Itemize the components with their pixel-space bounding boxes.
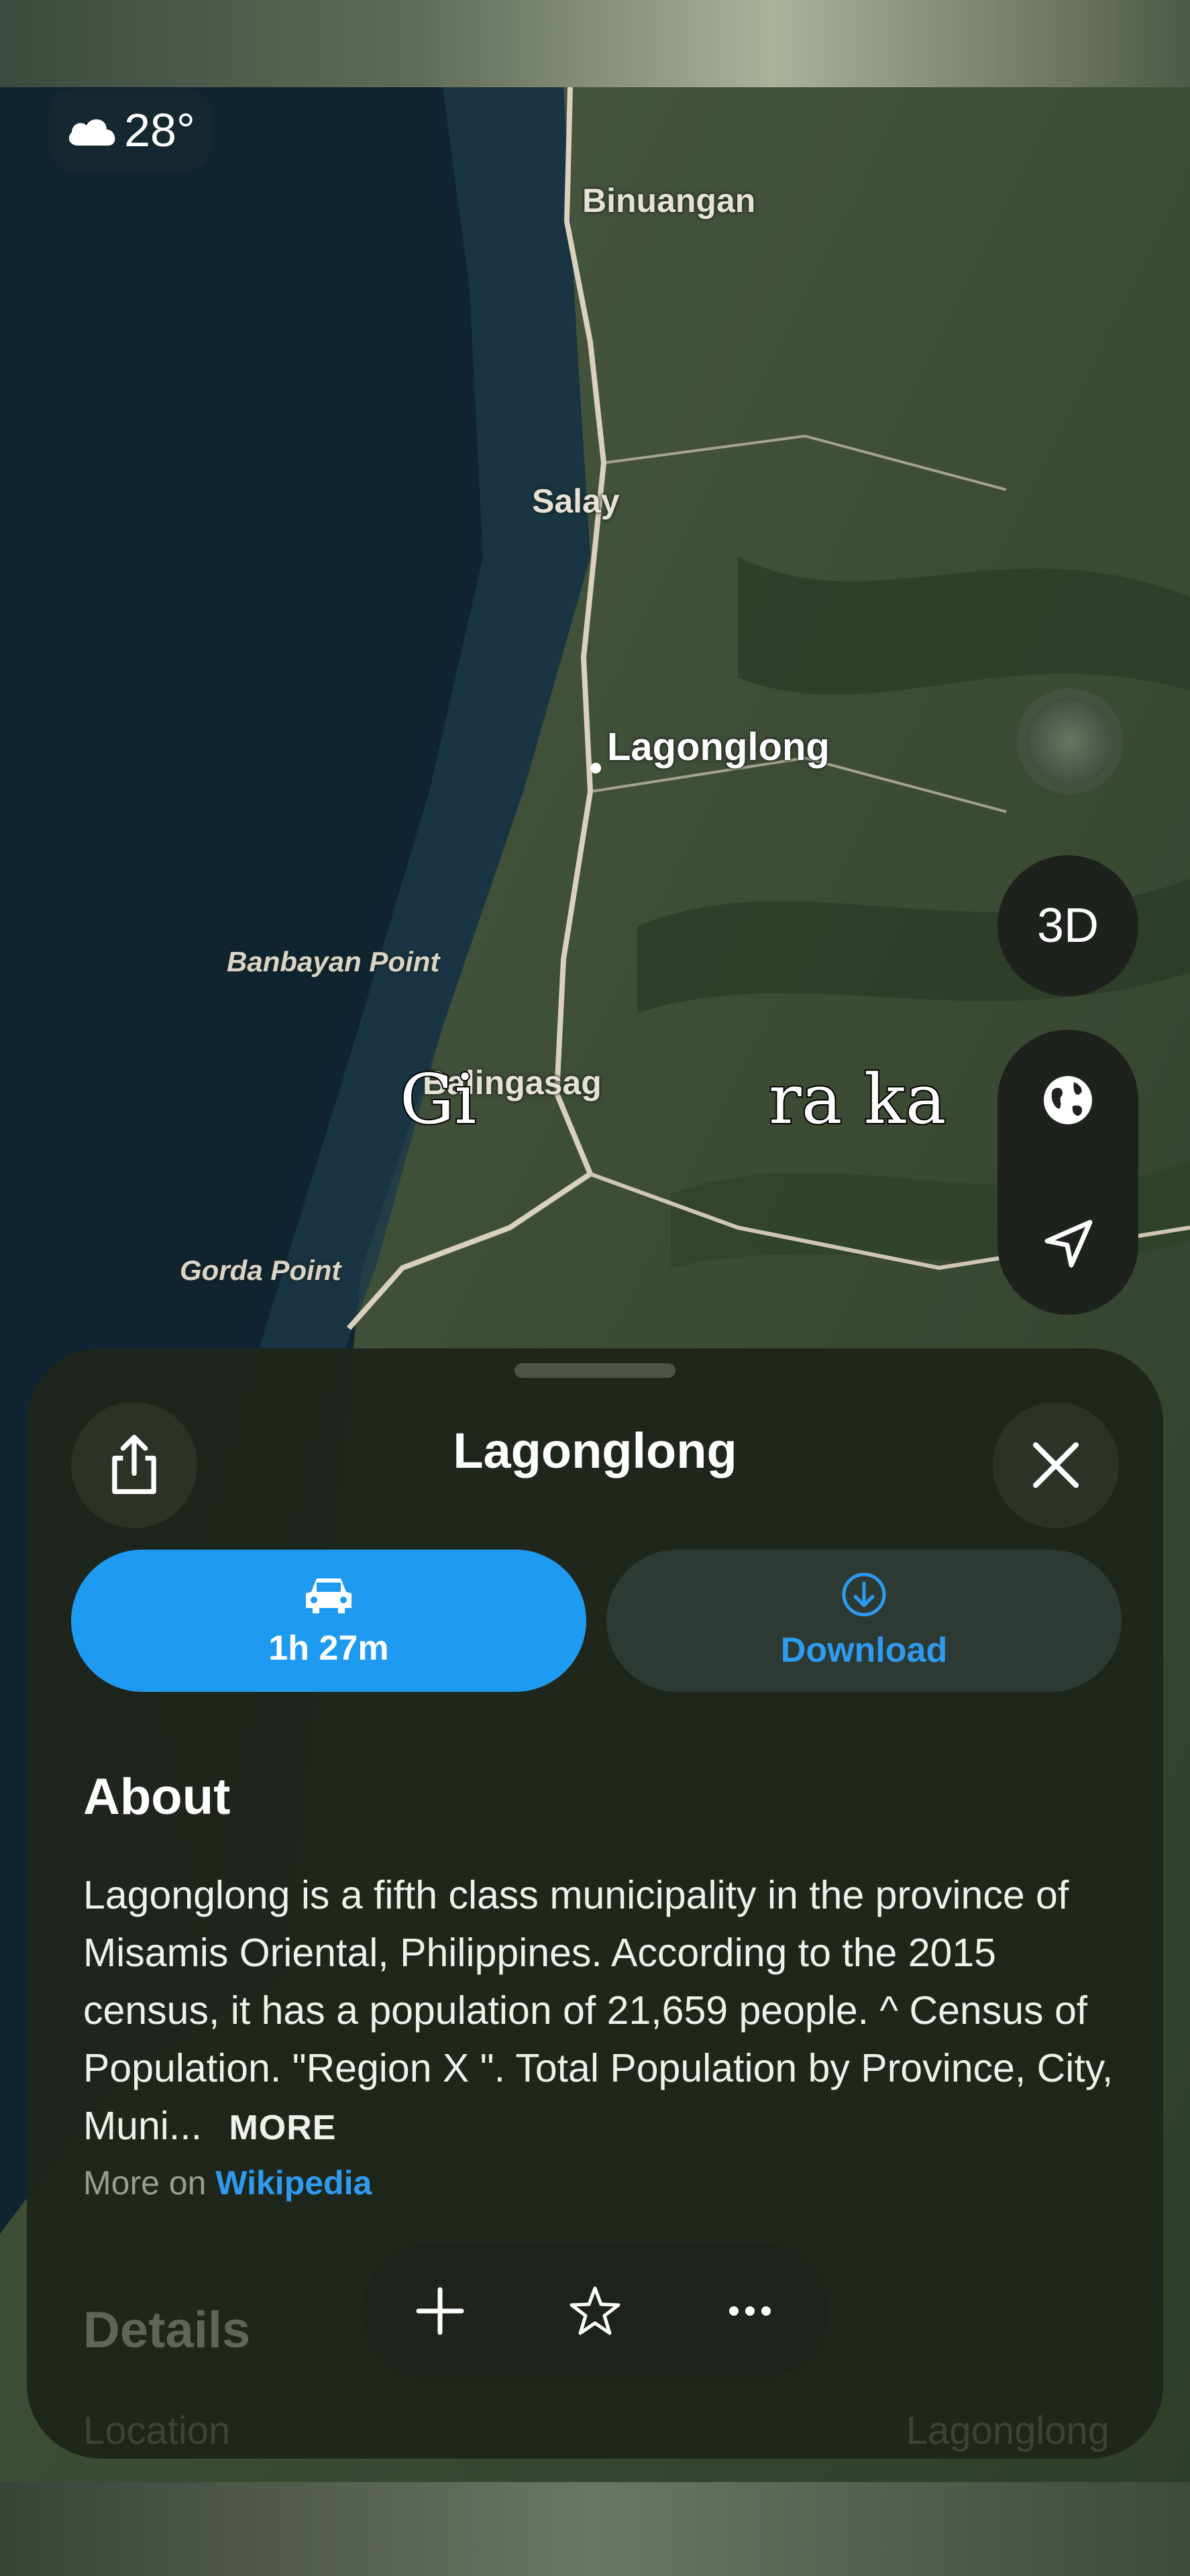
map-label-binuangan[interactable]: Binuangan	[582, 181, 755, 220]
wikipedia-source: More on Wikipedia	[83, 2163, 372, 2202]
place-card-sheet[interactable]: Lagonglong 1h 27m Download About Lagongl…	[27, 1348, 1163, 2459]
about-body: Lagonglong is a fifth class municipality…	[83, 1873, 1114, 2148]
weather-temperature: 28°	[124, 104, 195, 156]
current-location-button[interactable]	[997, 1174, 1138, 1315]
location-arrow-icon	[1044, 1220, 1093, 1268]
globe-icon	[1044, 1076, 1092, 1124]
details-heading: Details	[83, 2302, 251, 2359]
status-bar-area	[0, 0, 1190, 87]
more-options-button[interactable]	[690, 2251, 810, 2371]
star-icon	[570, 2286, 620, 2335]
about-heading: About	[83, 1768, 231, 1825]
favorite-button[interactable]	[535, 2251, 655, 2371]
globe-button[interactable]	[997, 1030, 1138, 1171]
download-button[interactable]: Download	[606, 1550, 1122, 1692]
video-caption-right: ra ka	[767, 1059, 948, 1141]
video-caption-left: Gi	[398, 1059, 478, 1141]
close-icon	[1033, 1442, 1079, 1488]
action-toolbar	[362, 2244, 828, 2378]
about-text: Lagonglong is a fifth class municipality…	[83, 1866, 1130, 2157]
source-prefix: More on	[83, 2164, 207, 2202]
location-value: Lagonglong	[906, 2409, 1110, 2453]
download-label: Download	[780, 1631, 948, 1670]
3d-view-button[interactable]: 3D	[997, 855, 1138, 996]
map-label-gorda-point[interactable]: Gorda Point	[180, 1254, 341, 1287]
more-link[interactable]: MORE	[229, 2108, 336, 2147]
ellipsis-icon	[729, 2306, 771, 2316]
cloud-icon	[68, 119, 115, 146]
map-controls	[997, 1030, 1138, 1315]
drive-time-label: 1h 27m	[268, 1629, 389, 1668]
car-icon	[306, 1578, 351, 1613]
download-icon	[842, 1572, 886, 1617]
location-label: Location	[83, 2409, 231, 2453]
map-label-salay[interactable]: Salay	[532, 482, 620, 521]
close-button[interactable]	[993, 1402, 1119, 1528]
wikipedia-link[interactable]: Wikipedia	[215, 2164, 372, 2202]
compass-button[interactable]	[1026, 698, 1114, 785]
plus-icon	[416, 2287, 464, 2335]
weather-badge[interactable]: 28°	[48, 89, 212, 172]
map-label-banbayan-point[interactable]: Banbayan Point	[227, 946, 439, 978]
sheet-grabber[interactable]	[515, 1363, 675, 1378]
add-button[interactable]	[380, 2251, 500, 2371]
map-label-lagonglong[interactable]: Lagonglong	[607, 724, 830, 769]
directions-button[interactable]: 1h 27m	[71, 1550, 586, 1692]
bottom-edge	[0, 2482, 1190, 2576]
